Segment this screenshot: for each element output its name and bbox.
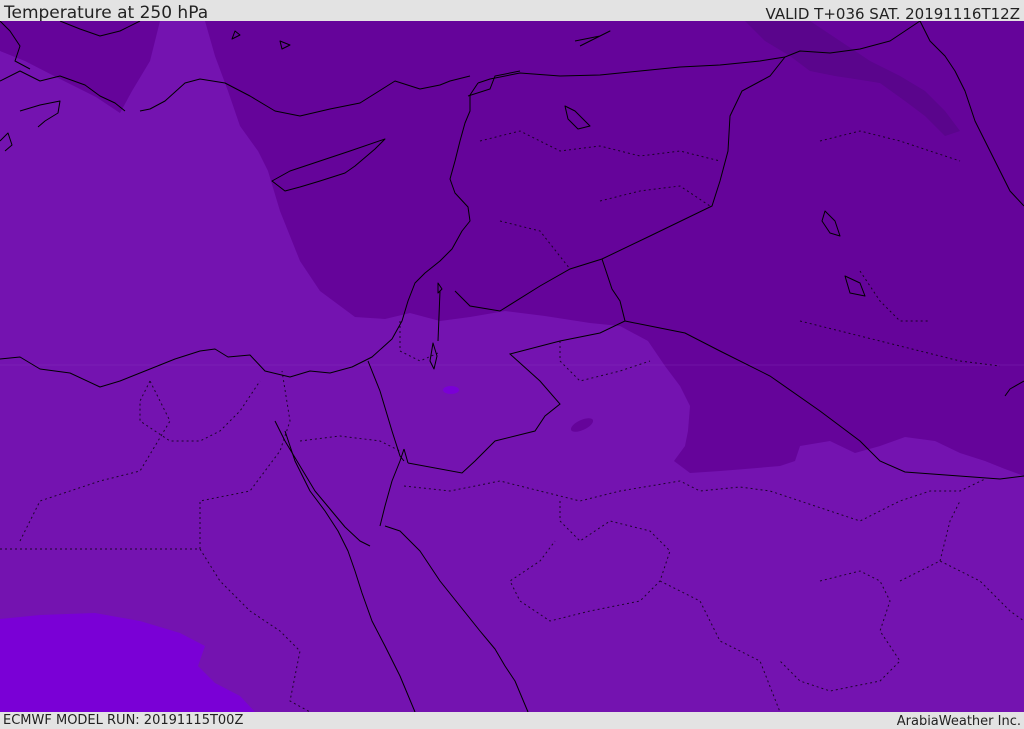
map-footer: ECMWF MODEL RUN: 20191115T00Z ArabiaWeat… [0, 712, 1024, 729]
map-canvas [0, 21, 1024, 712]
map-header: Temperature at 250 hPa VALID T+036 SAT. … [0, 0, 1024, 23]
weather-map[interactable] [0, 21, 1024, 712]
model-run-label: ECMWF MODEL RUN: 20191115T00Z [3, 713, 244, 728]
warm-spot [443, 386, 459, 394]
credit-label: ArabiaWeather Inc. [896, 714, 1021, 729]
map-title: Temperature at 250 hPa [4, 3, 209, 23]
